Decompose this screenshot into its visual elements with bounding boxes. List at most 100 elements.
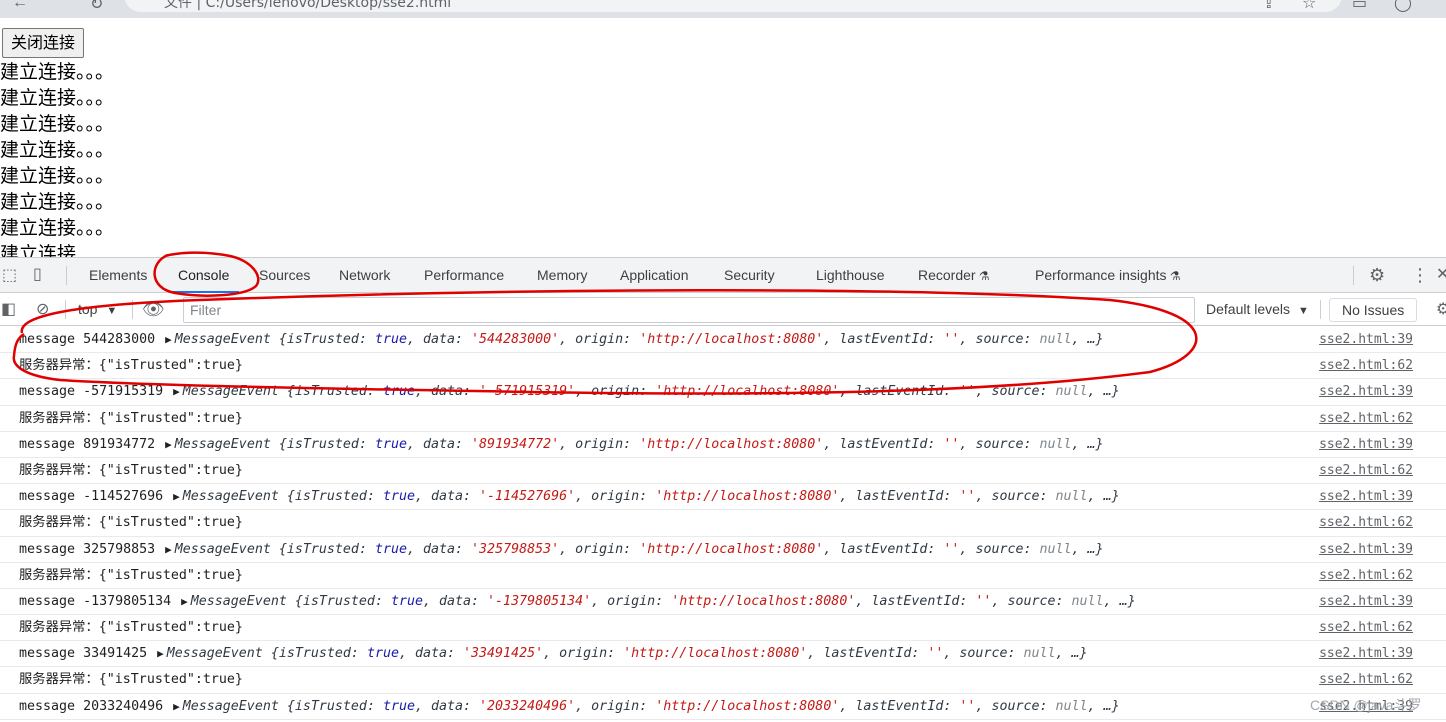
expand-triangle-icon[interactable]: ▶ <box>173 700 180 713</box>
value-lasteventid: '' <box>959 489 976 505</box>
expand-triangle-icon[interactable]: ▶ <box>181 595 188 608</box>
console-message-row: message -114527696 ▶ MessageEvent {isTrus… <box>0 484 1446 511</box>
devtools-tab-bar: ⬚ ▯ Elements Console Sources Network Perform… <box>0 258 1446 293</box>
settings-gear-icon[interactable]: ⚙ <box>1369 266 1385 284</box>
console-message-text: message -1379805134 ▶ MessageEvent {isTru… <box>19 589 1136 615</box>
expand-triangle-icon[interactable]: ▶ <box>165 333 172 346</box>
tab-label: Security <box>724 267 775 283</box>
tab-memory[interactable]: Memory <box>537 258 588 293</box>
chevron-down-icon: ▼ <box>106 305 118 317</box>
divider <box>66 266 67 285</box>
source-link[interactable]: sse2.html:39 <box>1319 379 1413 405</box>
filter-field[interactable] <box>183 297 1195 323</box>
tab-label: Sources <box>259 267 311 283</box>
tab-sources[interactable]: Sources <box>259 258 310 293</box>
value-source: null <box>1071 593 1104 609</box>
device-toolbar-icon[interactable]: ▯ <box>33 267 42 283</box>
source-link[interactable]: sse2.html:62 <box>1319 563 1413 589</box>
tab-recorder[interactable]: Recorder ⚗ <box>918 258 990 293</box>
message-prefix: message <box>19 646 76 662</box>
show-sidebar-icon[interactable]: ◧ <box>1 302 16 318</box>
tab-console[interactable]: Console <box>171 258 240 293</box>
key-data: data <box>423 332 456 347</box>
object-tail: …} <box>1103 384 1120 400</box>
source-link[interactable]: sse2.html:62 <box>1319 615 1413 641</box>
expand-triangle-icon[interactable]: ▶ <box>165 543 172 556</box>
console-message-text: message 891934772 ▶ MessageEvent {isTrust… <box>19 432 1104 458</box>
expand-triangle-icon[interactable]: ▶ <box>173 490 180 503</box>
live-expression-eye-icon[interactable]: 👁 <box>142 300 165 318</box>
key-origin: origin <box>591 489 640 505</box>
inspect-element-icon[interactable]: ⬚ <box>2 268 17 284</box>
source-link[interactable]: sse2.html:39 <box>1319 641 1413 667</box>
brace: { <box>278 541 287 557</box>
console-error-row: 服务器异常：{"isTrusted":true} sse2.html:62 <box>0 563 1446 589</box>
tab-performance-insights[interactable]: Performance insights ⚗ <box>1035 258 1181 293</box>
message-event-object[interactable]: MessageEvent {isTrusted: true, data: '-1… <box>191 594 1136 609</box>
key-data: data <box>414 646 448 662</box>
expand-triangle-icon[interactable]: ▶ <box>173 385 180 398</box>
message-prefix: message <box>19 541 76 557</box>
source-link[interactable]: sse2.html:39 <box>1319 589 1413 615</box>
watermark: CSDN @java斗罗 <box>1310 697 1422 713</box>
page-content: 关闭连接 建立连接。。。 建立连接。。。 建立连接。。。 建立连接。。。 建立连接。。。… <box>0 18 1446 258</box>
object-tail: …} <box>1071 646 1088 662</box>
address-bar[interactable]: 文件 | C:/Users/lenovo/Desktop/sse2.html <box>124 0 1342 12</box>
share-icon[interactable]: ⇪ <box>1262 0 1275 13</box>
source-link[interactable]: sse2.html:62 <box>1319 667 1413 693</box>
issues-button[interactable]: No Issues <box>1329 298 1418 322</box>
message-event-object[interactable]: MessageEvent {isTrusted: true, data: '-5… <box>183 384 1120 399</box>
bookmark-star-icon[interactable]: ☆ <box>1302 0 1316 13</box>
object-name: MessageEvent <box>182 384 279 400</box>
context-label: top <box>78 301 98 317</box>
error-text: 服务器异常：{"isTrusted":true} <box>19 462 243 478</box>
source-link[interactable]: sse2.html:62 <box>1319 406 1413 432</box>
close-connection-button[interactable]: 关闭连接 <box>2 28 85 58</box>
tab-elements[interactable]: Elements <box>89 258 147 293</box>
console-message-row: message 544283000 ▶ MessageEvent {isTrust… <box>0 327 1446 354</box>
source-link[interactable]: sse2.html:62 <box>1319 510 1413 536</box>
source-link[interactable]: sse2.html:39 <box>1319 327 1413 353</box>
divider <box>132 300 133 319</box>
extension-icon[interactable]: ▭ <box>1352 0 1367 13</box>
tab-network[interactable]: Network <box>339 258 390 293</box>
close-devtools-icon[interactable]: ✕ <box>1436 267 1446 283</box>
console-toolbar: ◧ ⊘ top ▼ 👁 Default levels ▼ No Issues ⚙ <box>0 294 1446 326</box>
source-link[interactable]: sse2.html:39 <box>1319 484 1413 510</box>
tab-security[interactable]: Security <box>724 258 775 293</box>
expand-triangle-icon[interactable]: ▶ <box>157 647 164 660</box>
back-arrow-icon[interactable]: ← <box>12 0 28 12</box>
source-link[interactable]: sse2.html:39 <box>1319 537 1413 563</box>
log-line: 建立连接。。。 <box>0 191 115 213</box>
key-istrusted: isTrusted <box>286 332 359 347</box>
message-value: 33491425 <box>83 646 148 662</box>
message-event-object[interactable]: MessageEvent {isTrusted: true, data: '89… <box>175 437 1104 452</box>
log-levels-dropdown[interactable]: Default levels ▼ <box>1206 301 1309 317</box>
clear-console-icon[interactable]: ⊘ <box>36 302 49 318</box>
tab-performance[interactable]: Performance <box>424 258 504 293</box>
message-event-object[interactable]: MessageEvent {isTrusted: true, data: '20… <box>183 699 1120 714</box>
filter-input[interactable] <box>184 298 1194 322</box>
profile-icon[interactable]: ◯ <box>1394 0 1412 13</box>
value-origin: 'http://localhost:8080' <box>623 646 808 662</box>
expand-triangle-icon[interactable]: ▶ <box>165 438 172 451</box>
more-options-icon[interactable]: ⋮ <box>1411 266 1429 284</box>
context-selector[interactable]: top ▼ <box>78 301 117 317</box>
reload-icon[interactable]: ↻ <box>90 0 103 14</box>
tab-application[interactable]: Application <box>620 258 689 293</box>
message-event-object[interactable]: MessageEvent {isTrusted: true, data: '33… <box>167 646 1088 661</box>
message-event-object[interactable]: MessageEvent {isTrusted: true, data: '32… <box>175 542 1104 557</box>
console-message-row: message -1379805134 ▶ MessageEvent {isTru… <box>0 589 1446 616</box>
message-event-object[interactable]: MessageEvent {isTrusted: true, data: '-1… <box>183 489 1120 504</box>
source-link[interactable]: sse2.html:62 <box>1319 353 1413 379</box>
log-line: 建立连接 <box>0 243 77 258</box>
console-settings-icon[interactable]: ⚙ <box>1436 302 1446 318</box>
message-event-object[interactable]: MessageEvent {isTrusted: true, data: '54… <box>175 332 1104 347</box>
console-error-row: 服务器异常：{"isTrusted":true} sse2.html:62 <box>0 510 1446 537</box>
key-origin: origin <box>591 698 640 714</box>
source-link[interactable]: sse2.html:39 <box>1319 432 1413 458</box>
source-link[interactable]: sse2.html:62 <box>1319 458 1413 484</box>
tab-lighthouse[interactable]: Lighthouse <box>816 258 885 293</box>
value-istrusted: true <box>390 593 423 609</box>
tab-label: Performance insights <box>1035 267 1167 283</box>
